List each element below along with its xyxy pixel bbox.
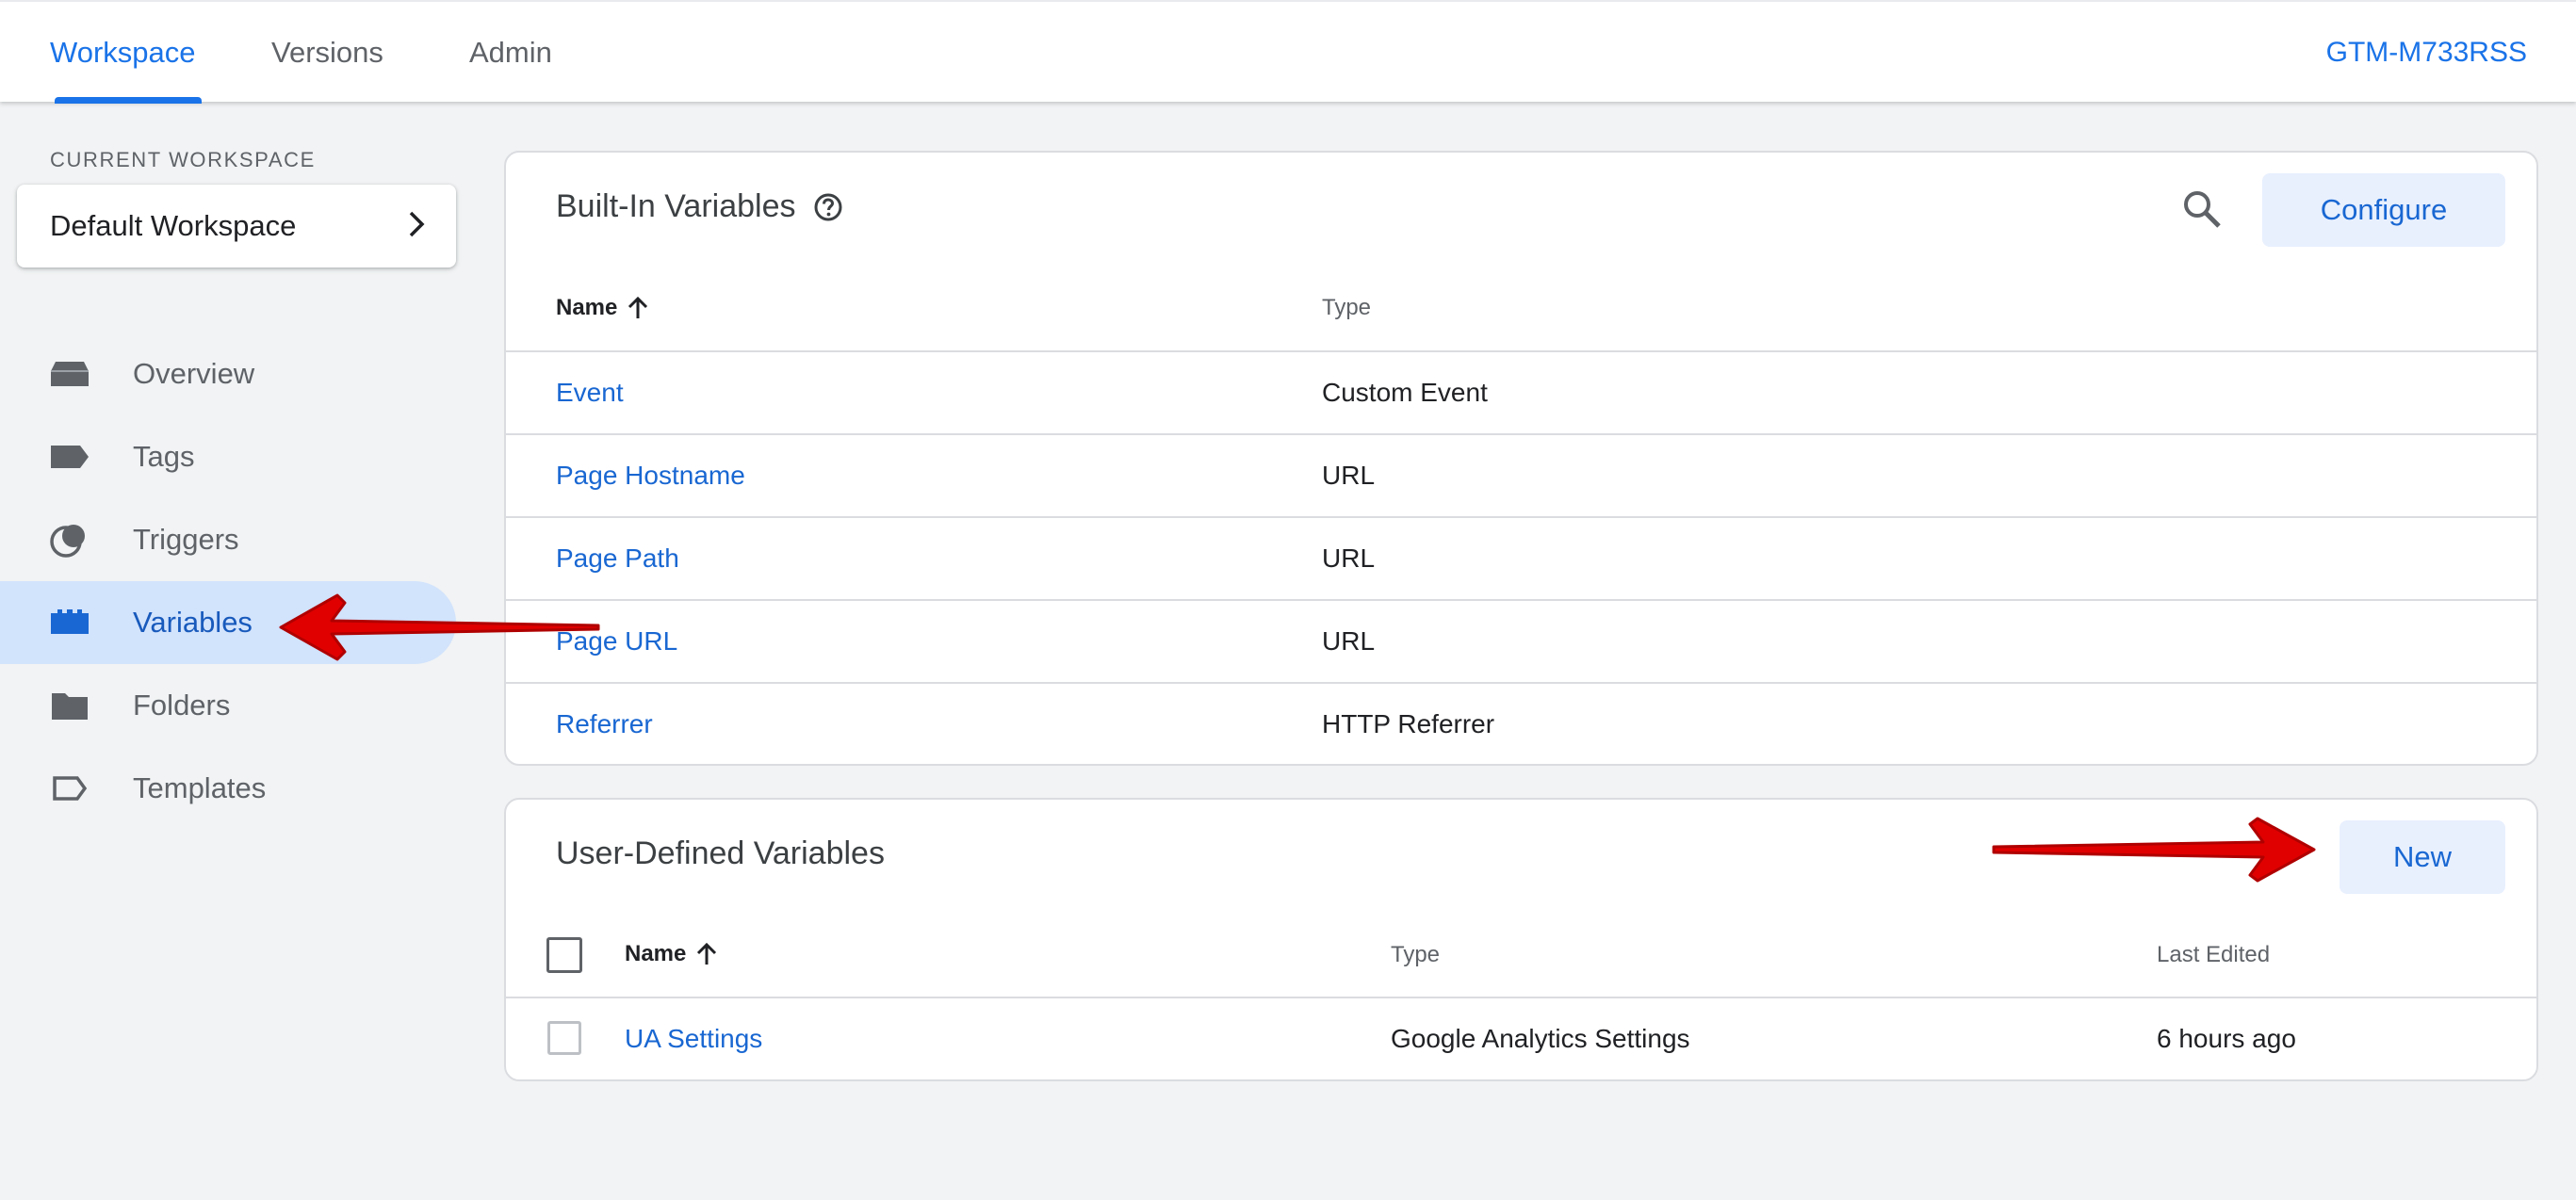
search-icon[interactable]: [2181, 188, 2223, 230]
variable-type: Google Analytics Settings: [1391, 1024, 1690, 1053]
active-tab-indicator: [55, 97, 202, 104]
column-header-name[interactable]: Name: [556, 295, 649, 321]
column-header-label: Name: [556, 295, 618, 320]
top-nav-bar: Workspace Versions Admin GTM-M733RSS: [0, 0, 2576, 104]
sidebar-item-variables[interactable]: Variables: [0, 581, 456, 664]
column-header-last-edited: Last Edited: [2157, 942, 2271, 967]
new-variable-button[interactable]: New: [2340, 820, 2505, 894]
column-header-type: Type: [1322, 295, 1372, 320]
tab-admin[interactable]: Admin: [469, 2, 552, 104]
sidebar-item-tags[interactable]: Tags: [0, 415, 456, 498]
table-row: Event Custom Event: [506, 350, 2536, 433]
variable-type: URL: [1322, 626, 1376, 656]
trigger-icon: [49, 525, 90, 558]
workspace-name: Default Workspace: [50, 209, 297, 242]
column-header-name[interactable]: Name: [625, 941, 718, 967]
sidebar-item-label: Templates: [133, 771, 267, 804]
table-row: Page Hostname URL: [506, 433, 2536, 516]
builtin-variables-card: Built-In Variables Configure Name Type E…: [504, 151, 2538, 766]
overview-icon: [49, 359, 90, 389]
table-row: Referrer HTTP Referrer: [506, 682, 2536, 765]
builtin-variables-title: Built-In Variables: [556, 188, 796, 224]
variable-type: URL: [1322, 543, 1376, 573]
sidebar-item-label: Triggers: [133, 523, 239, 556]
arrow-up-icon: [627, 296, 649, 320]
column-header-type: Type: [1391, 942, 1441, 967]
folder-icon: [49, 690, 90, 721]
sidebar-item-triggers[interactable]: Triggers: [0, 498, 456, 581]
variable-name-link[interactable]: Page Path: [556, 518, 679, 599]
column-header-label: Name: [625, 941, 687, 966]
variables-icon: [49, 608, 90, 638]
row-checkbox[interactable]: [547, 1021, 581, 1055]
sidebar-item-folders[interactable]: Folders: [0, 664, 456, 747]
table-row: Page Path URL: [506, 516, 2536, 599]
variable-type: Custom Event: [1322, 378, 1488, 407]
template-icon: [49, 773, 90, 803]
sidebar-item-label: Variables: [133, 606, 253, 639]
variable-type: URL: [1322, 461, 1376, 490]
sidebar-item-overview[interactable]: Overview: [0, 332, 456, 415]
sidebar-item-label: Folders: [133, 689, 231, 722]
current-workspace-label: CURRENT WORKSPACE: [50, 148, 316, 171]
workspace-selector[interactable]: Default Workspace: [17, 185, 456, 268]
chevron-right-icon: [407, 210, 426, 243]
tab-versions[interactable]: Versions: [271, 2, 383, 104]
table-row: UA Settings Google Analytics Settings 6 …: [506, 997, 2536, 1079]
select-all-checkbox[interactable]: [546, 937, 582, 973]
user-defined-variables-title: User-Defined Variables: [556, 835, 885, 871]
tab-workspace[interactable]: Workspace: [50, 2, 196, 104]
sidebar-item-label: Overview: [133, 357, 255, 390]
sidebar-item-label: Tags: [133, 440, 195, 473]
variable-name-link[interactable]: Referrer: [556, 684, 653, 765]
last-edited-value: 6 hours ago: [2157, 1024, 2296, 1053]
variable-name-link[interactable]: Page Hostname: [556, 435, 745, 516]
configure-button[interactable]: Configure: [2262, 173, 2505, 247]
sidebar-item-templates[interactable]: Templates: [0, 747, 456, 830]
variable-name-link[interactable]: Event: [556, 352, 624, 433]
table-row: Page URL URL: [506, 599, 2536, 682]
help-icon[interactable]: [813, 192, 843, 222]
variable-name-link[interactable]: Page URL: [556, 601, 677, 682]
variable-name-link[interactable]: UA Settings: [625, 998, 762, 1079]
user-defined-variables-card: User-Defined Variables New Name Type Las…: [504, 798, 2538, 1081]
tag-icon: [49, 442, 90, 472]
container-id-link[interactable]: GTM-M733RSS: [2326, 2, 2527, 104]
variable-type: HTTP Referrer: [1322, 709, 1495, 738]
builtin-variables-header: Built-In Variables: [556, 188, 843, 225]
arrow-up-icon: [695, 942, 718, 966]
